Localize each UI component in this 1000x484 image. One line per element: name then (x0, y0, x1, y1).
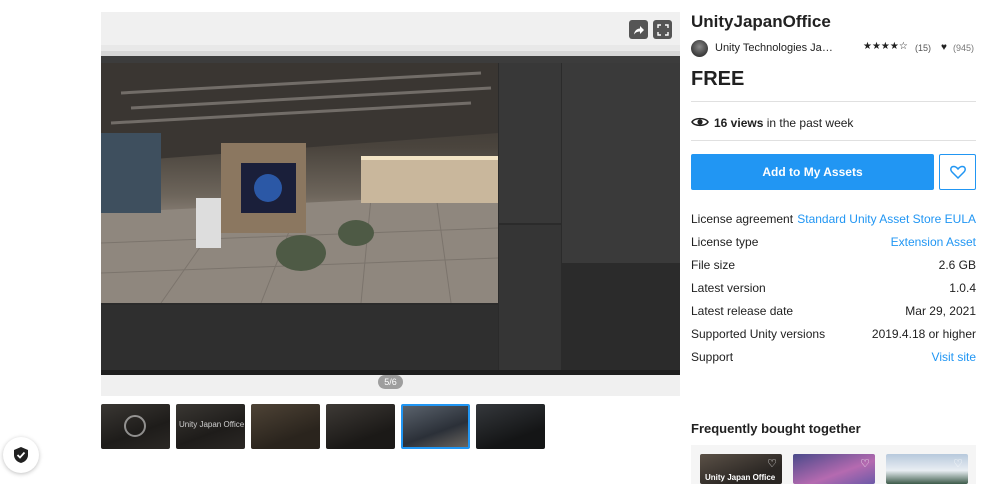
scene-view (101, 63, 498, 303)
license-type-link[interactable]: Extension Asset (891, 235, 976, 249)
detail-key: License type (691, 235, 759, 249)
office-scene-illustration (101, 63, 498, 303)
thumbnail-2[interactable]: Unity Japan Office (176, 404, 245, 449)
price: FREE (691, 68, 745, 90)
eye-icon (691, 117, 709, 127)
views-text: 16 views in the past week (714, 116, 853, 130)
publisher-link[interactable]: Unity Technologies Jap... (715, 42, 835, 54)
detail-key: License agreement (691, 212, 794, 226)
favorite-count: (945) (953, 43, 975, 53)
detail-value: 2.6 GB (938, 258, 976, 272)
rating-stars[interactable]: ★★★★☆ (863, 41, 908, 52)
detail-row-license-agreement: License agreement Standard Unity Asset S… (691, 212, 976, 235)
thumbnail-3[interactable] (251, 404, 320, 449)
rating-count: (15) (915, 43, 932, 53)
share-icon (633, 25, 644, 34)
divider (691, 101, 976, 102)
product-title: UnityJapanOffice (691, 12, 831, 31)
views-count: 16 views (714, 116, 764, 130)
fbt-card[interactable]: ♡ (886, 454, 968, 484)
detail-key: Latest version (691, 281, 766, 295)
image-counter: 5/6 (378, 375, 403, 389)
wishlist-button[interactable] (939, 154, 976, 190)
license-agreement-link[interactable]: Standard Unity Asset Store EULA (797, 212, 976, 226)
heart-outline-icon (949, 165, 966, 179)
detail-row-release-date: Latest release date Mar 29, 2021 (691, 304, 976, 327)
visit-site-link[interactable]: Visit site (932, 350, 976, 364)
fbt-card[interactable]: ♡ Unity Japan Office (700, 454, 782, 484)
detail-row-license-type: License type Extension Asset (691, 235, 976, 258)
detail-key: Latest release date (691, 304, 794, 318)
asset-details: License agreement Standard Unity Asset S… (691, 212, 976, 373)
fbt-card[interactable]: ♡ (793, 454, 875, 484)
share-button[interactable] (629, 20, 648, 39)
publisher-row: Unity Technologies Jap... ★★★★☆ (15) ♥ (… (691, 40, 976, 58)
detail-row-latest-version: Latest version 1.0.4 (691, 281, 976, 304)
detail-row-support: Support Visit site (691, 350, 976, 373)
project-panel (499, 225, 561, 370)
shield-check-icon (14, 447, 28, 463)
detail-value: 1.0.4 (949, 281, 976, 295)
fullscreen-icon (656, 23, 669, 36)
frequently-bought-title: Frequently bought together (691, 421, 861, 436)
thumbnail-strip: Unity Japan Office (101, 404, 545, 449)
thumbnail-5[interactable] (401, 404, 470, 449)
heart-icon[interactable]: ♡ (860, 457, 870, 470)
detail-key: Supported Unity versions (691, 327, 826, 341)
favorite-heart-icon: ♥ (941, 42, 947, 53)
detail-row-file-size: File size 2.6 GB (691, 258, 976, 281)
detail-key: Support (691, 350, 734, 364)
hierarchy-panel (499, 63, 561, 223)
views-suffix: in the past week (763, 116, 854, 130)
console-panel (101, 305, 498, 370)
main-screenshot[interactable] (101, 45, 680, 375)
editor-toolbar (101, 56, 680, 63)
thumbnail-label: Unity Japan Office (179, 420, 245, 429)
heart-icon[interactable]: ♡ (767, 457, 777, 470)
frequently-bought-carousel: ♡ Unity Japan Office ♡ ♡ (691, 445, 976, 484)
fbt-card-label: Unity Japan Office (705, 473, 776, 482)
fullscreen-button[interactable] (653, 20, 672, 39)
divider (691, 140, 976, 141)
detail-key: File size (691, 258, 736, 272)
thumbnail-1[interactable] (101, 404, 170, 449)
inspector-panel (562, 63, 680, 263)
detail-value: 2019.4.18 or higher (871, 327, 976, 341)
privacy-shield-button[interactable] (3, 437, 39, 473)
image-gallery: 5/6 (101, 12, 680, 396)
heart-icon[interactable]: ♡ (953, 457, 963, 470)
thumbnail-4[interactable] (326, 404, 395, 449)
publisher-avatar[interactable] (691, 40, 708, 57)
add-to-my-assets-button[interactable]: Add to My Assets (691, 154, 934, 190)
play-icon (124, 415, 146, 437)
detail-row-unity-versions: Supported Unity versions 2019.4.18 or hi… (691, 327, 976, 350)
detail-value: Mar 29, 2021 (905, 304, 976, 318)
thumbnail-6[interactable] (476, 404, 545, 449)
